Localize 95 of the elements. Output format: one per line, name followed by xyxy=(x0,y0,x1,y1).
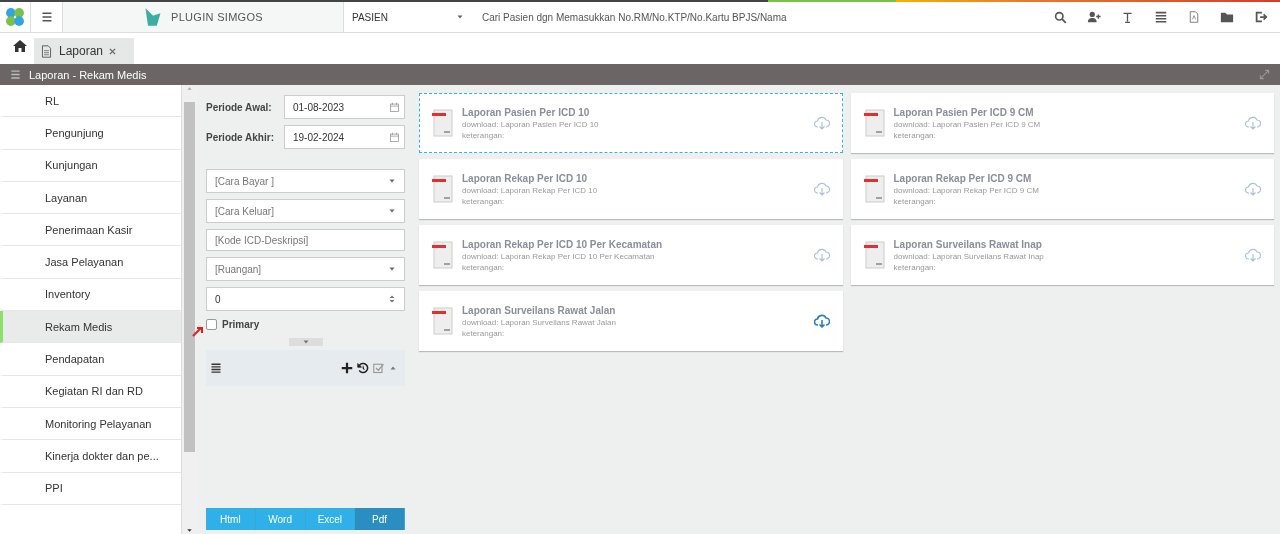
plus-icon[interactable] xyxy=(341,362,353,374)
input-field[interactable]: [Kode ICD-Deskripsi] xyxy=(206,229,405,251)
report-title: Laporan Rekap Per ICD 10 Per Kecamatan xyxy=(462,238,664,250)
calendar-icon xyxy=(389,131,400,143)
close-icon[interactable] xyxy=(109,47,117,55)
download-text: download: Laporan Pasien Per ICD 9 CM xyxy=(893,119,1042,129)
checkbox-icon[interactable] xyxy=(373,362,385,374)
sidebar-item[interactable]: Pendapatan xyxy=(0,343,181,376)
category-dropdown[interactable]: PASIEN xyxy=(344,2,472,32)
logout-icon[interactable] xyxy=(1254,10,1268,24)
report-file-icon xyxy=(432,109,454,137)
cloud-download-icon[interactable] xyxy=(813,248,830,262)
download-text: download: Laporan Surveilans Rawat Inap xyxy=(893,251,1045,261)
note-text: keterangan: xyxy=(462,196,506,206)
cloud-download-icon[interactable] xyxy=(1245,182,1261,196)
cloud-download-icon[interactable] xyxy=(813,116,830,130)
report-title: Laporan Surveilans Rawat Inap xyxy=(893,238,1043,250)
sidebar-item[interactable]: PPI xyxy=(0,472,181,505)
cloud-download-icon[interactable] xyxy=(1245,116,1261,130)
sidebar-item[interactable]: Kinerja dokter dan pe... xyxy=(0,440,181,473)
caret-up-icon[interactable] xyxy=(389,364,397,372)
list-icon[interactable] xyxy=(1154,10,1168,24)
download-text: download: Laporan Rekap Per ICD 10 Per Kecamatan xyxy=(462,251,656,261)
caret-down-icon xyxy=(388,177,396,185)
download-text: download: Laporan Rekap Per ICD 10 xyxy=(462,185,599,195)
select-field[interactable]: [Cara Bayar ] xyxy=(206,169,405,193)
download-text: download: Laporan Surveilans Rawat Jalan xyxy=(462,317,617,327)
cloud-download-icon[interactable] xyxy=(813,182,830,196)
note-text: keterangan: xyxy=(462,262,506,272)
checkbox-label: Primary xyxy=(222,319,260,330)
search-icon[interactable] xyxy=(1054,10,1067,24)
scrollbar-thumb[interactable] xyxy=(184,102,195,452)
document-icon xyxy=(40,43,53,59)
download-text: download: Laporan Pasien Per ICD 10 xyxy=(462,119,600,129)
caret-down-icon xyxy=(456,13,464,21)
list-icon[interactable] xyxy=(210,362,222,374)
download-text: download: Laporan Rekap Per ICD 9 CM xyxy=(893,185,1040,195)
panel-title: Laporan - Rekam Medis xyxy=(29,68,148,81)
logo-icon xyxy=(4,6,26,28)
spinner-icon xyxy=(388,293,396,305)
note-text: keterangan: xyxy=(462,328,506,338)
pointer-arrow-icon xyxy=(192,325,204,337)
report-file-icon xyxy=(863,109,886,137)
note-text: keterangan: xyxy=(462,130,506,140)
menu-icon[interactable] xyxy=(10,69,21,80)
sidebar-item[interactable]: Kegiatan RI dan RD xyxy=(0,375,181,408)
caret-down-icon xyxy=(388,207,396,215)
report-file-icon xyxy=(863,175,886,203)
report-file-icon xyxy=(432,175,454,203)
scroll-down-icon[interactable] xyxy=(186,527,193,534)
expand-icon[interactable] xyxy=(1259,69,1270,80)
brand-title: PLUGIN SIMGOS xyxy=(171,11,263,23)
report-file-icon xyxy=(432,241,454,269)
add-user-icon[interactable] xyxy=(1087,10,1101,24)
sidebar-item[interactable]: Kunjungan xyxy=(0,149,181,182)
sidebar-item[interactable]: Layanan xyxy=(0,181,181,215)
report-title: Laporan Surveilans Rawat Jalan xyxy=(462,304,617,316)
menu-icon xyxy=(40,11,53,23)
report-file-icon xyxy=(863,241,886,269)
home-icon xyxy=(12,38,28,54)
note-text: keterangan: xyxy=(893,262,937,272)
cloud-download-icon[interactable] xyxy=(813,314,830,328)
sidebar-item[interactable]: Monitoring Pelayanan xyxy=(0,407,181,441)
tab-label: Laporan xyxy=(59,44,104,58)
folder-icon[interactable] xyxy=(1220,10,1234,24)
calendar-icon xyxy=(389,101,400,113)
note-text: keterangan: xyxy=(893,130,937,140)
caret-down-icon xyxy=(388,265,396,273)
collapse-handle[interactable] xyxy=(288,338,323,346)
report-file-icon xyxy=(432,307,454,335)
report-title: Laporan Rekap Per ICD 10 xyxy=(462,172,589,184)
export-button[interactable]: Pdf xyxy=(355,508,405,530)
number-field[interactable]: 0 xyxy=(206,287,405,311)
checkbox[interactable] xyxy=(206,319,217,330)
sidebar-item[interactable]: Rekam Medis xyxy=(0,311,181,344)
caret-down-icon xyxy=(301,338,310,346)
report-title: Laporan Pasien Per ICD 10 xyxy=(462,106,591,118)
date-field[interactable]: 01-08-2023 xyxy=(284,95,405,119)
sidebar-item[interactable]: Penerimaan Kasir xyxy=(0,214,181,247)
tab[interactable]: Laporan xyxy=(34,38,135,64)
date-label: Periode Akhir: xyxy=(206,131,275,143)
cloud-download-icon[interactable] xyxy=(1245,248,1261,262)
date-field[interactable]: 19-02-2024 xyxy=(284,125,405,149)
sidebar-item[interactable]: Jasa Pelayanan xyxy=(0,246,181,279)
note-text: keterangan: xyxy=(893,196,937,206)
report-title: Laporan Pasien Per ICD 9 CM xyxy=(893,106,1035,118)
history-icon[interactable] xyxy=(357,362,369,374)
sidebar-item[interactable]: RL xyxy=(0,85,181,118)
sidebar-item[interactable]: Pengunjung xyxy=(0,117,181,150)
select-field[interactable]: [Ruangan] xyxy=(206,257,405,281)
select-field[interactable]: [Cara Keluar] xyxy=(206,199,405,223)
date-label: Periode Awal: xyxy=(206,101,273,113)
pdf-file-icon[interactable] xyxy=(1188,10,1200,24)
report-title: Laporan Rekap Per ICD 9 CM xyxy=(893,172,1033,184)
text-icon[interactable] xyxy=(1121,10,1134,24)
